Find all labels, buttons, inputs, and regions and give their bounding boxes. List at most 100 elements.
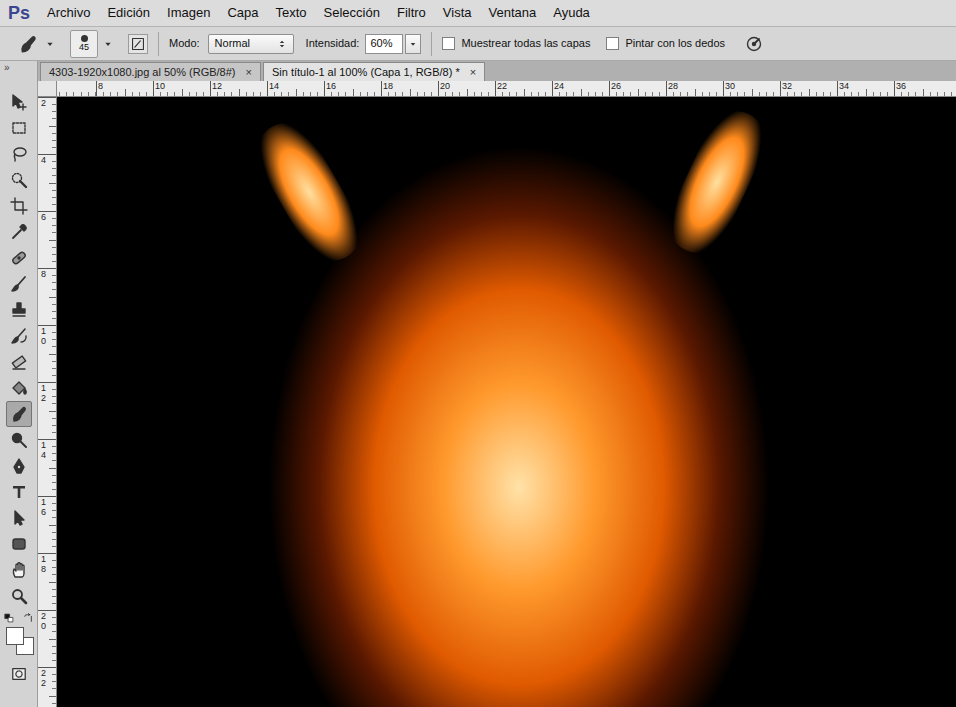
tool-button[interactable] [6,219,32,245]
intensity-value: 60% [370,35,392,52]
brush-panel-icon [131,37,145,51]
tool-button[interactable] [6,583,32,609]
quick-mask-icon [11,666,27,682]
brush-tip [81,35,88,42]
tool-button[interactable] [6,297,32,323]
ruler-mid-tick [296,89,297,96]
pressure-button[interactable] [745,35,763,53]
ruler-major-tick [666,81,667,96]
ruler-mid-tick [49,411,56,412]
default-colors-button[interactable] [4,613,14,623]
tool-button[interactable] [6,89,32,115]
separator [431,32,432,56]
menu-item[interactable]: Archivo [47,3,90,23]
ruler-mid-tick [752,89,753,96]
ruler-mid-tick [353,89,354,96]
checkbox[interactable] [442,37,455,50]
ruler-mid-tick [49,639,56,640]
ruler-label: 16 [326,81,336,91]
document-tab[interactable]: Sin título-1 al 100% (Capa 1, RGB/8) *× [263,62,485,81]
dropdown-arrow-icon [408,39,418,49]
quick-mask-button[interactable] [6,662,32,686]
tool-button[interactable] [6,401,32,427]
swap-colors-button[interactable] [23,613,33,623]
ruler-major-tick [38,610,56,611]
tool-button[interactable] [6,193,32,219]
tool-button[interactable] [6,323,32,349]
ruler-label: 10 [41,327,50,347]
tool-button[interactable] [6,479,32,505]
menu-item[interactable]: Selección [324,3,380,23]
color-swatches [4,626,34,656]
ruler-label: 20 [41,612,50,632]
ruler-major-tick [267,81,268,96]
tool-button[interactable] [6,349,32,375]
tool-button[interactable] [6,271,32,297]
menu-item[interactable]: Filtro [397,3,426,23]
foreground-swatch[interactable] [6,627,24,645]
tool-button[interactable] [6,375,32,401]
ruler-mid-tick [49,696,56,697]
stamp-icon [10,301,28,319]
ruler-label: 26 [611,81,621,91]
tool-button[interactable] [6,427,32,453]
ruler-mid-tick [923,89,924,96]
tool-button[interactable] [6,505,32,531]
document-tabs: 4303-1920x1080.jpg al 50% (RGB/8#)×Sin t… [38,61,956,81]
app-logo: Ps [8,4,30,22]
document-tab[interactable]: 4303-1920x1080.jpg al 50% (RGB/8#)× [40,62,261,81]
mode-select[interactable]: Normal [208,34,294,54]
horizontal-ruler: 81012141618202224262830323436 [57,81,956,97]
menu-item[interactable]: Edición [107,3,150,23]
tool-button[interactable] [6,453,32,479]
ruler-label: 14 [41,441,50,461]
historybrush-icon [10,327,28,345]
pen-icon [10,457,28,475]
menu-item[interactable]: Ayuda [553,3,590,23]
tool-button[interactable] [6,557,32,583]
collapse-button[interactable]: » [4,62,10,74]
ruler-major-tick [38,97,56,98]
quickselect-icon [10,171,28,189]
menu-item[interactable]: Imagen [167,3,210,23]
menu-item[interactable]: Texto [275,3,306,23]
hand-icon [10,561,28,579]
ruler-label: 4 [41,156,50,166]
ruler-label: 36 [896,81,906,91]
ruler-major-tick [153,81,154,96]
checkbox-row[interactable]: Muestrear todas las capas [442,35,590,52]
brush-icon [10,275,28,293]
intensity-slider-button[interactable] [405,34,421,54]
checkbox-row[interactable]: Pintar con los dedos [606,35,725,52]
tool-preset-picker[interactable] [18,34,56,54]
tool-button[interactable] [6,141,32,167]
tool-button[interactable] [6,115,32,141]
ruler-major-tick [38,154,56,155]
smudge-icon [18,34,38,54]
brush-size: 45 [79,42,89,52]
checkbox-label: Pintar con los dedos [625,35,725,52]
move-icon [10,93,28,111]
tool-button[interactable] [6,531,32,557]
canvas[interactable] [57,97,956,707]
menu-item[interactable]: Capa [227,3,258,23]
tool-button[interactable] [6,167,32,193]
ruler-mid-tick [467,89,468,96]
tab-close-button[interactable]: × [470,67,476,78]
ruler-major-tick [96,81,97,96]
ruler-major-tick [38,211,56,212]
ruler-label: 20 [440,81,450,91]
ruler-label: 14 [269,81,279,91]
tab-close-button[interactable]: × [246,67,252,78]
mode-label: Modo: [169,35,200,52]
ruler-mid-tick [638,89,639,96]
brush-picker[interactable]: 45 [70,30,114,58]
ruler-label: 10 [155,81,165,91]
shape-icon [10,535,28,553]
intensity-field[interactable]: 60% [365,34,403,54]
menu-item[interactable]: Ventana [489,3,537,23]
menu-item[interactable]: Vista [443,3,472,23]
tool-button[interactable] [6,245,32,271]
checkbox[interactable] [606,37,619,50]
brush-panel-button[interactable] [128,34,148,54]
